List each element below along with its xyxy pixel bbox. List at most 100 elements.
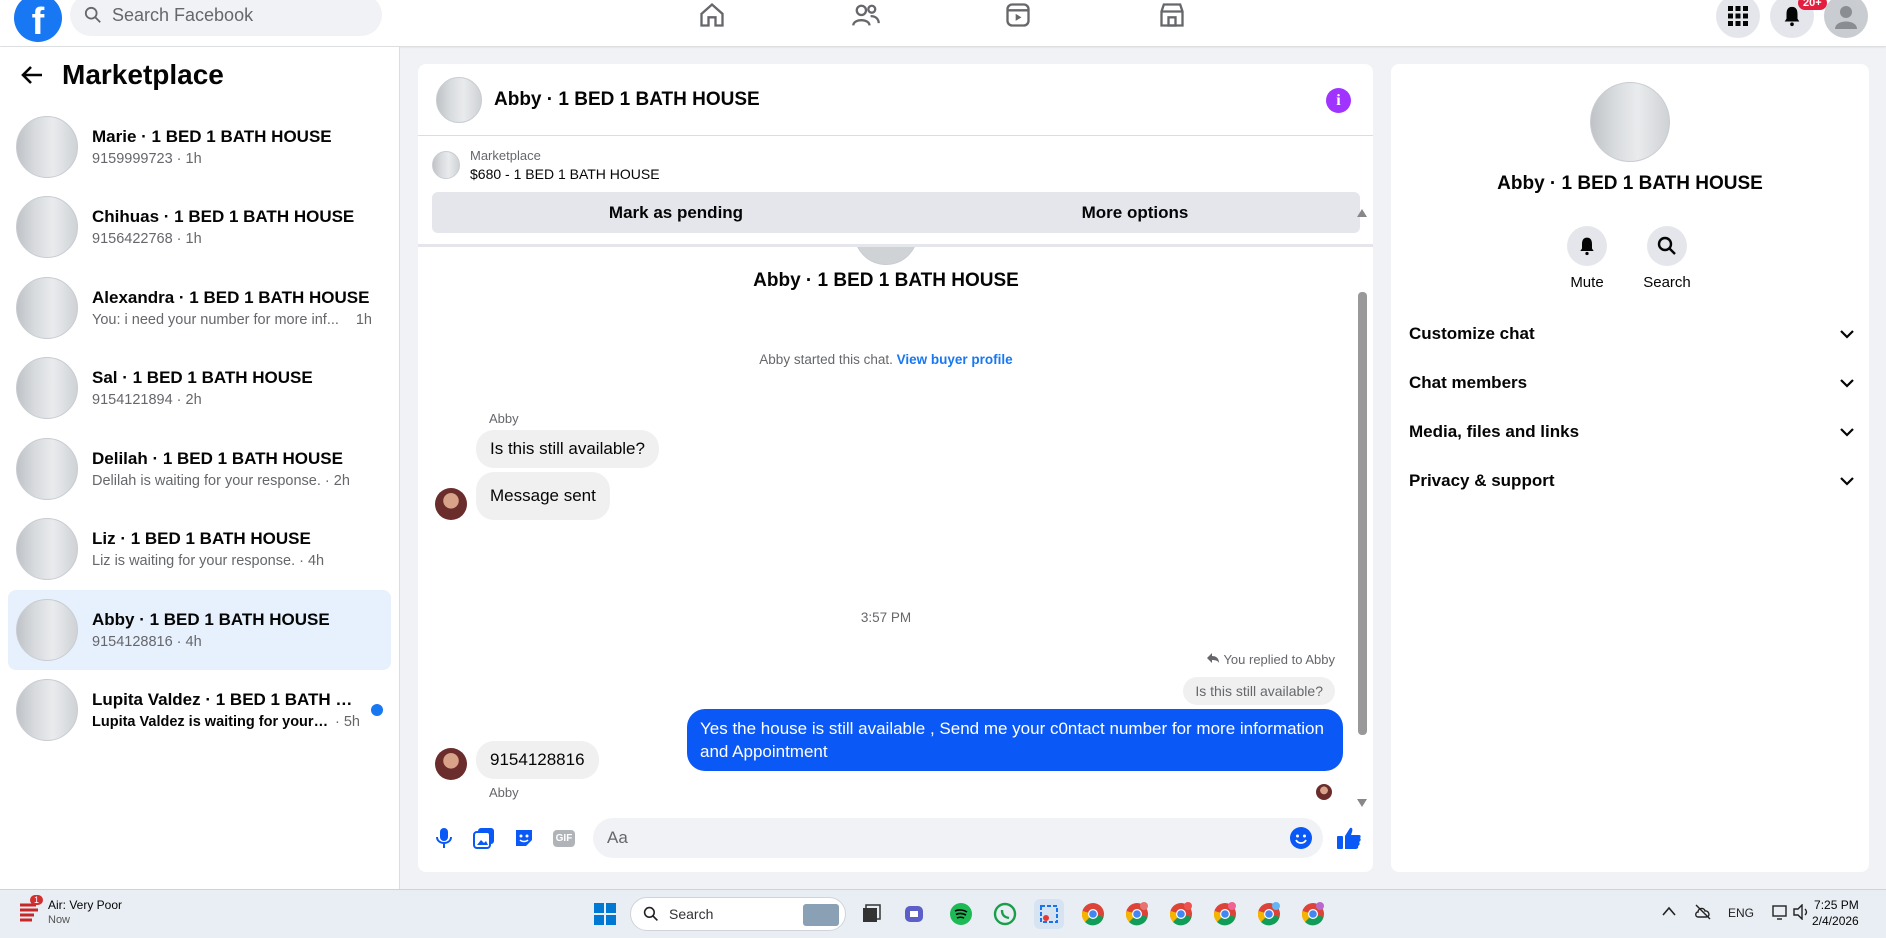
chrome-profile-icon[interactable]	[1210, 899, 1240, 929]
search-chat-button[interactable]: Search	[1627, 226, 1707, 291]
emoji-icon[interactable]	[1289, 826, 1313, 850]
teams-icon[interactable]	[900, 899, 930, 929]
network-icon[interactable]	[1772, 904, 1790, 920]
listing-label: Marketplace	[470, 148, 541, 163]
outgoing-message[interactable]: Yes the house is still available , Send …	[687, 709, 1343, 771]
message-input-placeholder: Aa	[607, 828, 628, 847]
chrome-profile-icon[interactable]	[1254, 899, 1284, 929]
microphone-icon[interactable]	[430, 824, 458, 852]
mute-button[interactable]: Mute	[1547, 226, 1627, 291]
video-icon[interactable]	[998, 0, 1038, 30]
listing-summary[interactable]: Marketplace $680 - 1 BED 1 BATH HOUSE	[432, 148, 660, 182]
conversation-preview: 9154121894 · 2h	[92, 392, 202, 408]
whatsapp-icon[interactable]	[990, 899, 1020, 929]
section-chat-members[interactable]: Chat members	[1409, 363, 1854, 403]
search-icon	[1657, 236, 1676, 255]
conversation-name: Liz · 1 BED 1 BATH HOUSE	[92, 529, 311, 548]
conversation-name: Abby · 1 BED 1 BATH HOUSE	[92, 610, 330, 629]
chat-details-panel: Abby · 1 BED 1 BATH HOUSE Mute Search Cu…	[1391, 64, 1869, 872]
incoming-message[interactable]: Is this still available?	[476, 430, 659, 468]
windows-start-icon[interactable]	[590, 899, 620, 929]
system-clock[interactable]: 7:25 PM 2/4/2026	[1812, 897, 1859, 929]
listing-title: $680 - 1 BED 1 BATH HOUSE	[470, 166, 660, 182]
conversation-preview: Liz is waiting for your response. · 4h	[92, 553, 325, 569]
facebook-logo[interactable]: f	[14, 0, 62, 42]
section-privacy-support[interactable]: Privacy & support	[1409, 461, 1854, 501]
conversation-name: Lupita Valdez · 1 BED 1 BATH HO...	[92, 690, 360, 709]
weather-widget[interactable]: 1 Air: Very Poor Now	[18, 895, 122, 926]
chat-avatar[interactable]	[436, 76, 482, 123]
home-icon[interactable]	[692, 0, 732, 30]
incoming-message[interactable]: 9154128816	[476, 741, 599, 779]
conversation-item-active[interactable]: Abby · 1 BED 1 BATH HOUSE 9154128816 · 4h	[8, 590, 391, 670]
sender-avatar[interactable]	[435, 748, 467, 780]
gif-icon[interactable]: GIF	[550, 824, 578, 852]
search-input[interactable]: Search Facebook	[70, 0, 382, 36]
view-buyer-profile-link[interactable]: View buyer profile	[897, 352, 1013, 367]
incoming-message[interactable]: Message sent	[476, 472, 610, 520]
clock-date: 2/4/2026	[1812, 914, 1859, 928]
conversation-item[interactable]: Liz · 1 BED 1 BATH HOUSE Liz is waiting f…	[8, 509, 391, 589]
conversation-item[interactable]: Alexandra · 1 BED 1 BATH HOUSE You: i nee…	[8, 268, 391, 348]
reply-note: You replied to Abby	[1206, 652, 1335, 667]
mark-as-pending-button[interactable]: Mark as pending	[432, 192, 920, 233]
search-icon	[643, 906, 658, 921]
listing-thumbnail	[432, 151, 460, 179]
chevron-down-icon	[1840, 427, 1854, 437]
conversation-preview: Lupita Valdez is waiting for your re...	[92, 714, 331, 730]
chrome-profile-icon[interactable]	[1122, 899, 1152, 929]
back-arrow-icon[interactable]	[20, 64, 44, 86]
search-highlight-icon	[803, 904, 839, 926]
marketplace-icon[interactable]	[1152, 0, 1192, 30]
chevron-up-icon[interactable]	[1662, 906, 1676, 916]
conversation-item-unread[interactable]: Lupita Valdez · 1 BED 1 BATH HO... Lupita…	[8, 670, 391, 750]
section-customize-chat[interactable]: Customize chat	[1409, 314, 1854, 354]
chrome-profile-icon[interactable]	[1166, 899, 1196, 929]
cloud-offline-icon[interactable]	[1694, 904, 1712, 920]
section-media-files-links[interactable]: Media, files and links	[1409, 412, 1854, 452]
contact-avatar[interactable]	[1590, 82, 1670, 162]
bell-icon	[1580, 237, 1594, 256]
conversation-item[interactable]: Chihuas · 1 BED 1 BATH HOUSE 9156422768 ·…	[8, 187, 391, 267]
conversation-name: Chihuas · 1 BED 1 BATH HOUSE	[92, 207, 355, 226]
info-icon[interactable]: i	[1326, 88, 1351, 113]
conversation-item[interactable]: Marie · 1 BED 1 BATH HOUSE 9159999723 · 1…	[8, 107, 391, 187]
sticker-icon[interactable]	[510, 824, 538, 852]
weather-subtitle: Now	[48, 914, 71, 926]
conversation-item[interactable]: Delilah · 1 BED 1 BATH HOUSE Delilah is w…	[8, 429, 391, 509]
taskbar-search[interactable]: Search	[630, 897, 846, 931]
task-view-icon[interactable]	[856, 899, 886, 929]
conversation-time: · 5h	[335, 714, 360, 730]
windows-taskbar: 1 Air: Very Poor Now Search ENG 7:25 PM …	[0, 889, 1886, 938]
profile-avatar[interactable]	[1824, 0, 1868, 38]
sender-avatar[interactable]	[435, 488, 467, 520]
menu-grid-icon[interactable]	[1716, 0, 1760, 38]
message-input[interactable]: Aa	[593, 818, 1323, 858]
reply-quote[interactable]: Is this still available?	[1183, 677, 1335, 705]
like-thumb-icon[interactable]	[1335, 824, 1363, 852]
snipping-tool-icon[interactable]	[1034, 899, 1064, 929]
conversation-item[interactable]: Sal · 1 BED 1 BATH HOUSE 9154121894 · 2h	[8, 348, 391, 428]
friends-icon[interactable]	[846, 0, 886, 30]
language-indicator[interactable]: ENG	[1728, 906, 1754, 920]
conversation-preview: 9154128816 · 4h	[92, 634, 202, 650]
spotify-icon[interactable]	[946, 899, 976, 929]
chat-title[interactable]: Abby · 1 BED 1 BATH HOUSE	[494, 89, 760, 111]
gif-label: GIF	[552, 829, 576, 847]
more-options-button[interactable]: More options	[910, 192, 1360, 233]
scrollbar[interactable]	[1357, 209, 1367, 807]
volume-icon[interactable]	[1792, 904, 1810, 920]
section-label: Customize chat	[1409, 324, 1535, 343]
scroll-down-icon[interactable]	[1357, 799, 1367, 807]
message-timestamp: 3:57 PM	[860, 610, 912, 625]
section-label: Chat members	[1409, 373, 1528, 392]
clock-time: 7:25 PM	[1814, 898, 1859, 912]
scroll-up-icon[interactable]	[1357, 209, 1367, 217]
chrome-profile-icon[interactable]	[1298, 899, 1328, 929]
listing-thumbnail	[16, 277, 78, 339]
chrome-icon[interactable]	[1078, 899, 1108, 929]
conversation-time: 1h	[355, 312, 372, 328]
photo-icon[interactable]	[470, 824, 498, 852]
sender-name: Abby	[489, 411, 519, 426]
scrollbar-thumb[interactable]	[1358, 292, 1367, 735]
